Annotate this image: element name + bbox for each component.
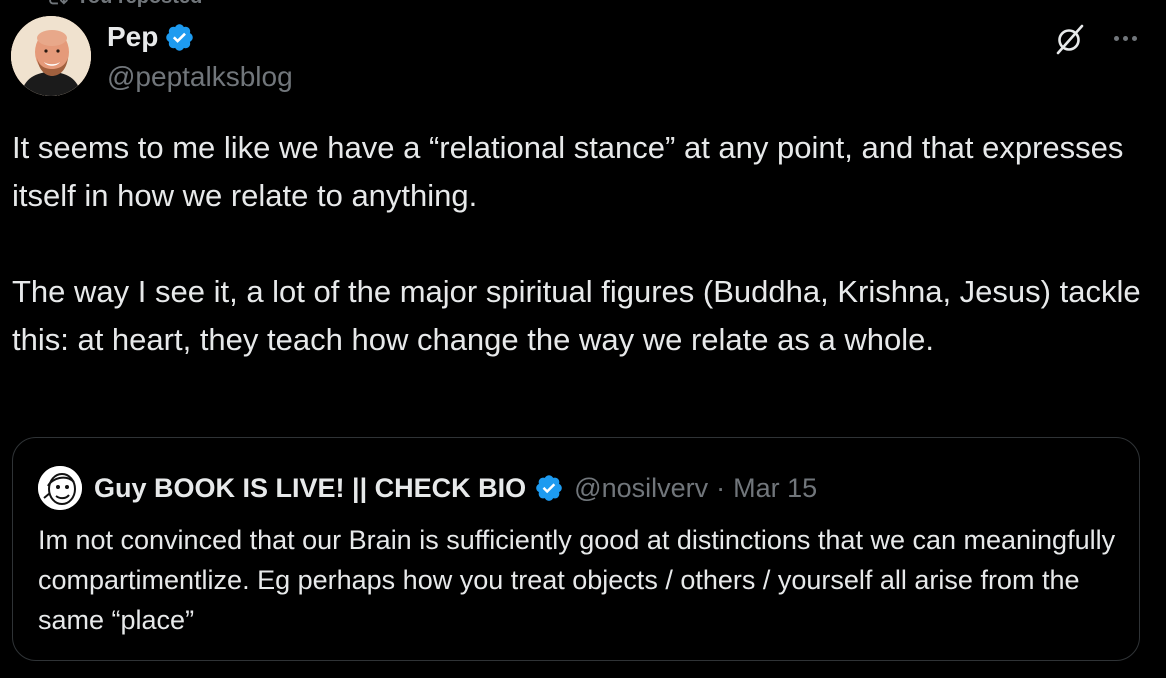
- quoted-author-display-name[interactable]: Guy BOOK IS LIVE! || CHECK BIO: [94, 473, 526, 504]
- grok-icon[interactable]: [1052, 22, 1086, 56]
- author-name-row[interactable]: Pep: [107, 20, 195, 54]
- quoted-tweet-header: Guy BOOK IS LIVE! || CHECK BIO @nosilver…: [38, 466, 817, 510]
- repost-indicator[interactable]: You reposted: [46, 0, 202, 8]
- tweet-paragraph: The way I see it, a lot of the major spi…: [12, 274, 1141, 357]
- quoted-avatar-image: [38, 466, 82, 510]
- verified-badge-icon[interactable]: [164, 22, 195, 53]
- quoted-author-handle[interactable]: @nosilverv: [574, 473, 708, 504]
- quoted-author-avatar[interactable]: [38, 466, 82, 510]
- meta-separator: ·: [716, 472, 726, 503]
- avatar[interactable]: [11, 16, 91, 96]
- tweet-paragraph: It seems to me like we have a “relationa…: [12, 130, 1124, 213]
- verified-badge-icon[interactable]: [534, 473, 564, 503]
- author-handle[interactable]: @peptalksblog: [107, 60, 293, 94]
- repost-label: You reposted: [76, 0, 202, 9]
- repost-icon: [49, 0, 68, 5]
- quoted-tweet-text: Im not convinced that our Brain is suffi…: [38, 525, 1116, 635]
- more-options-icon[interactable]: [1108, 24, 1142, 52]
- author-display-name[interactable]: Pep: [107, 20, 158, 54]
- quoted-tweet-date[interactable]: Mar 15: [733, 473, 817, 504]
- author-photo: [11, 16, 91, 96]
- quoted-tweet-card[interactable]: Guy BOOK IS LIVE! || CHECK BIO @nosilver…: [12, 437, 1140, 661]
- tweet-text: It seems to me like we have a “relationa…: [12, 124, 1152, 364]
